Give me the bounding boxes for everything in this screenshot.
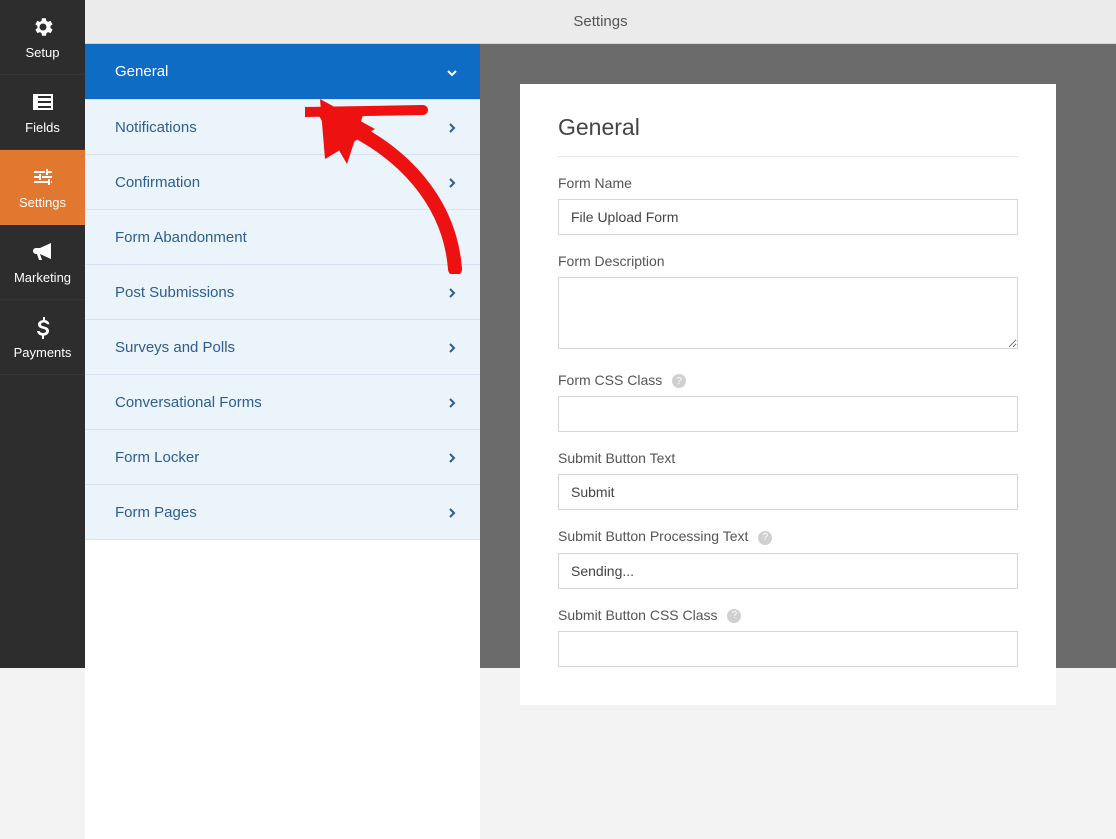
nav-label: Marketing xyxy=(14,270,71,285)
bullhorn-icon xyxy=(31,240,55,264)
panel-item-label: General xyxy=(115,63,168,80)
content-wrap: General Form Name Form Description Form … xyxy=(480,44,1116,668)
nav-label: Setup xyxy=(26,45,60,60)
field-form-css-class: Form CSS Class ? xyxy=(558,372,1018,432)
field-submit-button-processing: Submit Button Processing Text ? xyxy=(558,528,1018,588)
panel-item-form-locker[interactable]: Form Locker xyxy=(85,429,480,484)
workspace: General Notifications Confirmation Form … xyxy=(85,44,1116,668)
panel-item-surveys-polls[interactable]: Surveys and Polls xyxy=(85,319,480,374)
field-form-name: Form Name xyxy=(558,175,1018,235)
field-label: Form CSS Class ? xyxy=(558,372,1018,388)
panel-item-label: Notifications xyxy=(115,119,197,136)
panel-item-form-pages[interactable]: Form Pages xyxy=(85,484,480,539)
panel-item-label: Form Pages xyxy=(115,504,197,521)
chevron-right-icon xyxy=(446,396,458,408)
field-label: Submit Button Text xyxy=(558,450,1018,466)
panel-item-form-abandonment[interactable]: Form Abandonment xyxy=(85,209,480,264)
chevron-right-icon xyxy=(446,121,458,133)
sliders-icon xyxy=(31,165,55,189)
card-heading: General xyxy=(558,114,1018,157)
help-icon[interactable]: ? xyxy=(672,374,686,388)
submit-button-text-input[interactable] xyxy=(558,474,1018,510)
chevron-right-icon xyxy=(446,451,458,463)
nav-setup[interactable]: Setup xyxy=(0,0,85,75)
settings-panel: General Notifications Confirmation Form … xyxy=(85,44,480,668)
panel-item-label: Form Abandonment xyxy=(115,229,247,246)
nav-label: Fields xyxy=(25,120,60,135)
panel-item-post-submissions[interactable]: Post Submissions xyxy=(85,264,480,319)
form-name-input[interactable] xyxy=(558,199,1018,235)
panel-item-label: Form Locker xyxy=(115,449,199,466)
chevron-right-icon xyxy=(446,286,458,298)
gear-icon xyxy=(31,15,55,39)
chevron-right-icon xyxy=(446,231,458,243)
form-css-class-input[interactable] xyxy=(558,396,1018,432)
primary-nav: Setup Fields Settings Marketing Payments xyxy=(0,0,85,668)
top-bar: Settings xyxy=(85,0,1116,44)
submit-button-css-class-input[interactable] xyxy=(558,631,1018,667)
main-area: Settings General Notifications Confirmat… xyxy=(85,0,1116,668)
panel-item-label: Post Submissions xyxy=(115,284,234,301)
nav-payments[interactable]: Payments xyxy=(0,300,85,375)
panel-item-general[interactable]: General xyxy=(85,44,480,99)
field-label: Form Description xyxy=(558,253,1018,269)
field-label: Form Name xyxy=(558,175,1018,191)
form-description-input[interactable] xyxy=(558,277,1018,349)
field-submit-button-css-class: Submit Button CSS Class ? xyxy=(558,607,1018,667)
chevron-right-icon xyxy=(446,506,458,518)
help-icon[interactable]: ? xyxy=(727,609,741,623)
nav-label: Settings xyxy=(19,195,66,210)
panel-item-notifications[interactable]: Notifications xyxy=(85,99,480,154)
panel-item-conversational-forms[interactable]: Conversational Forms xyxy=(85,374,480,429)
chevron-down-icon xyxy=(446,66,458,78)
field-label: Submit Button CSS Class ? xyxy=(558,607,1018,623)
panel-item-label: Surveys and Polls xyxy=(115,339,235,356)
submit-button-processing-input[interactable] xyxy=(558,553,1018,589)
chevron-right-icon xyxy=(446,176,458,188)
panel-item-label: Confirmation xyxy=(115,174,200,191)
nav-settings[interactable]: Settings xyxy=(0,150,85,225)
help-icon[interactable]: ? xyxy=(758,531,772,545)
chevron-right-icon xyxy=(446,341,458,353)
field-label: Submit Button Processing Text ? xyxy=(558,528,1018,544)
nav-fields[interactable]: Fields xyxy=(0,75,85,150)
panel-item-label: Conversational Forms xyxy=(115,394,262,411)
panel-item-confirmation[interactable]: Confirmation xyxy=(85,154,480,209)
dollar-icon xyxy=(31,315,55,339)
list-icon xyxy=(31,90,55,114)
page-title: Settings xyxy=(573,13,627,30)
settings-card: General Form Name Form Description Form … xyxy=(520,84,1056,705)
nav-marketing[interactable]: Marketing xyxy=(0,225,85,300)
panel-filler xyxy=(85,539,480,839)
field-submit-button-text: Submit Button Text xyxy=(558,450,1018,510)
nav-label: Payments xyxy=(14,345,72,360)
field-form-description: Form Description xyxy=(558,253,1018,354)
